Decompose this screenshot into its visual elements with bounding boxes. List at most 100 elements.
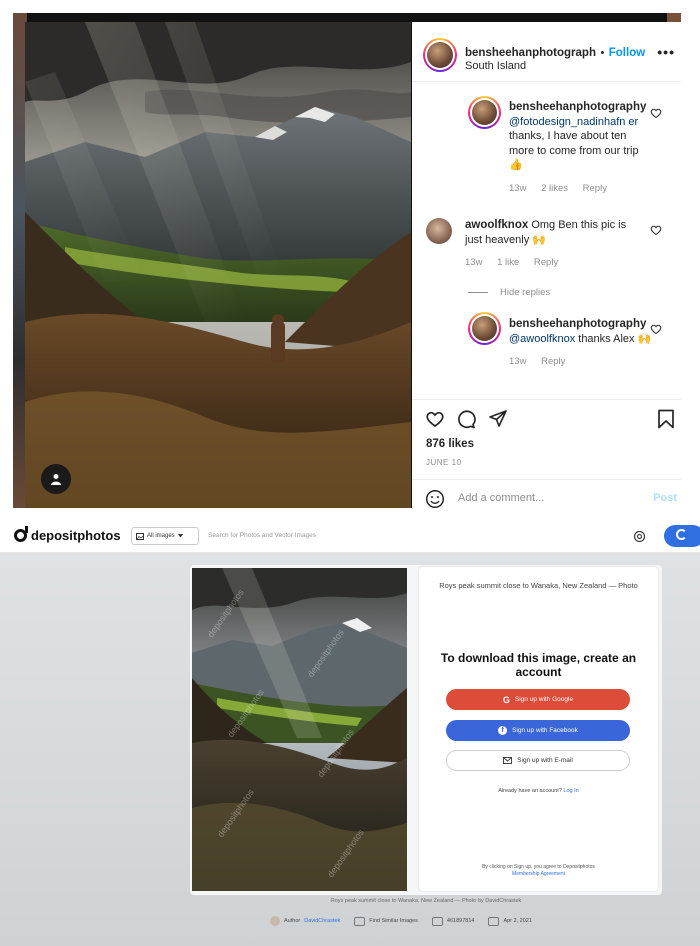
commenter-avatar[interactable] (426, 218, 452, 244)
comment-item: awoolfknox Omg Ben this pic is just heav… (465, 218, 645, 271)
comment-reply-button[interactable]: Reply (583, 183, 607, 194)
author-avatar[interactable] (423, 38, 457, 72)
dp-photo-meta: Author DavidChrastek Find Similar Images… (270, 916, 532, 926)
dp-logo-mark-icon (14, 526, 28, 542)
dp-download-cta: To download this image, create an accoun… (440, 651, 637, 679)
commenter-avatar[interactable] (468, 96, 501, 129)
image-id-item: 461897814 (431, 916, 475, 926)
search-icon (676, 529, 687, 540)
more-options-icon[interactable]: ••• (657, 44, 675, 60)
author-username[interactable]: bensheehanphotograph (465, 47, 596, 59)
author-link[interactable]: DavidChrastek (304, 918, 340, 924)
find-similar-label: Find Similar Images (369, 918, 418, 924)
likes-count[interactable]: 876 likes (426, 438, 474, 450)
author-avatar-icon (270, 916, 280, 926)
envelope-icon (503, 757, 513, 764)
dp-search-button[interactable] (664, 525, 700, 547)
comment-meta: 13w Reply (509, 355, 654, 370)
comment-bubble-icon[interactable] (456, 409, 476, 429)
comment-username[interactable]: bensheehanphotography (509, 101, 646, 113)
dp-signup-panel: Roys peak summit close to Wanaka, New Ze… (419, 567, 658, 891)
comment-mention[interactable]: @awoolfknox (509, 333, 575, 345)
facebook-f-icon: f (498, 726, 508, 735)
comment-mention[interactable]: @fotodesign_nadinhafn er (509, 116, 638, 128)
calendar-icon (488, 916, 500, 926)
comment-age: 13w (465, 257, 483, 268)
comment-reply-button[interactable]: Reply (534, 257, 558, 268)
upload-date: Apr 2, 2021 (503, 918, 532, 924)
dp-filter-dropdown[interactable]: All images (131, 527, 199, 545)
person-icon (51, 474, 61, 485)
post-header: bensheehanphotograph • Follow South Isla… (412, 22, 681, 82)
signup-facebook-button[interactable]: f Sign up with Facebook (446, 720, 630, 741)
watermarked-landscape-image: depositphotos depositphotos depositphoto… (192, 568, 407, 891)
membership-agreement-link[interactable]: Membership Agreement (512, 871, 565, 877)
author-item: Author DavidChrastek (270, 916, 340, 926)
post-date: JUNE 10 (426, 458, 462, 467)
author-label: Author (284, 918, 301, 924)
dp-logo[interactable]: depositphotos (14, 526, 121, 543)
signup-google-label: Sign up with Google (514, 696, 574, 703)
comment-meta: 13w 2 likes Reply (509, 182, 654, 197)
comment-like-heart-icon[interactable] (650, 107, 662, 119)
similar-images-icon (354, 916, 366, 926)
save-bookmark-icon[interactable] (657, 409, 675, 429)
comment-age: 13w (509, 182, 527, 194)
upload-date-item: Apr 2, 2021 (488, 916, 532, 926)
have-account-text: Already have an account? (498, 788, 562, 794)
find-similar-item[interactable]: Find Similar Images (354, 916, 418, 926)
image-id: 461897814 (446, 918, 475, 924)
add-comment-input[interactable]: Add a comment... (458, 492, 544, 504)
separator-dot: • (600, 47, 605, 59)
divider-line (468, 292, 488, 293)
commenter-avatar[interactable] (468, 312, 501, 345)
instagram-screenshot: bensheehanphotograph • Follow South Isla… (13, 13, 681, 508)
signup-google-button[interactable]: G Sign up with Google (446, 689, 630, 710)
dp-photo-caption: Roys peak summit close to Wanaka, New Ze… (330, 898, 522, 904)
comment-text: thanks Alex 🙌 (575, 332, 652, 345)
post-sidebar: bensheehanphotograph • Follow South Isla… (412, 22, 681, 508)
comment-text: thanks, I have about ten more to come fr… (509, 130, 639, 171)
dp-top-bar: depositphotos All images Search for Phot… (0, 519, 700, 553)
follow-button[interactable]: Follow (609, 47, 645, 59)
like-heart-icon[interactable] (425, 409, 445, 429)
signup-email-button[interactable]: Sign up with E-mail (446, 750, 630, 771)
comment-username[interactable]: awoolfknox (465, 219, 528, 231)
post-location[interactable]: South Island (465, 60, 526, 72)
signup-email-label: Sign up with E-mail (517, 757, 573, 764)
dp-logo-text: depositphotos (31, 528, 121, 543)
emoji-smiley-icon[interactable] (425, 489, 445, 508)
signup-facebook-label: Sign up with Facebook (512, 727, 578, 734)
hide-replies-button[interactable]: Hide replies (468, 287, 550, 298)
comment-username[interactable]: bensheehanphotography (509, 318, 646, 330)
author-line: bensheehanphotograph • Follow (465, 43, 645, 61)
comment-like-heart-icon[interactable] (650, 224, 662, 236)
comment-item: bensheehanphotography @fotodesign_nadinh… (509, 100, 654, 196)
image-icon (136, 532, 144, 540)
camera-search-icon[interactable] (633, 530, 646, 543)
dp-terms: By clicking on Sign up, you agree to Dep… (429, 864, 648, 878)
comment-like-heart-icon[interactable] (650, 323, 662, 335)
user-tag-button[interactable] (41, 464, 71, 494)
depositphotos-screenshot: depositphotos All images Search for Phot… (0, 519, 700, 946)
comment-likes[interactable]: 1 like (497, 257, 519, 268)
share-paper-plane-icon[interactable] (488, 409, 508, 429)
comment-item: bensheehanphotography @awoolfknox thanks… (509, 317, 654, 370)
post-comment-button[interactable]: Post (653, 492, 677, 504)
comment-meta: 13w 1 like Reply (465, 256, 645, 271)
login-link[interactable]: Log In (563, 788, 578, 794)
google-g-icon: G (502, 694, 510, 705)
chevron-down-icon (177, 534, 183, 538)
comment-likes[interactable]: 2 likes (541, 183, 568, 194)
id-icon (431, 916, 443, 926)
dp-search-input[interactable]: Search for Photos and Vector Images (208, 532, 316, 539)
mountain-landscape-image (25, 22, 411, 508)
add-comment-row: Add a comment... Post (412, 479, 681, 508)
post-actions: 876 likes JUNE 10 Add a comment... Post (412, 399, 681, 508)
post-photo (25, 22, 411, 508)
dp-photo-title: Roys peak summit close to Wanaka, New Ze… (439, 581, 638, 590)
comment-reply-button[interactable]: Reply (541, 356, 565, 367)
dp-login-prompt: Already have an account? Log In (429, 788, 648, 794)
comment-age: 13w (509, 356, 527, 367)
terms-text: By clicking on Sign up, you agree to Dep… (482, 864, 595, 870)
